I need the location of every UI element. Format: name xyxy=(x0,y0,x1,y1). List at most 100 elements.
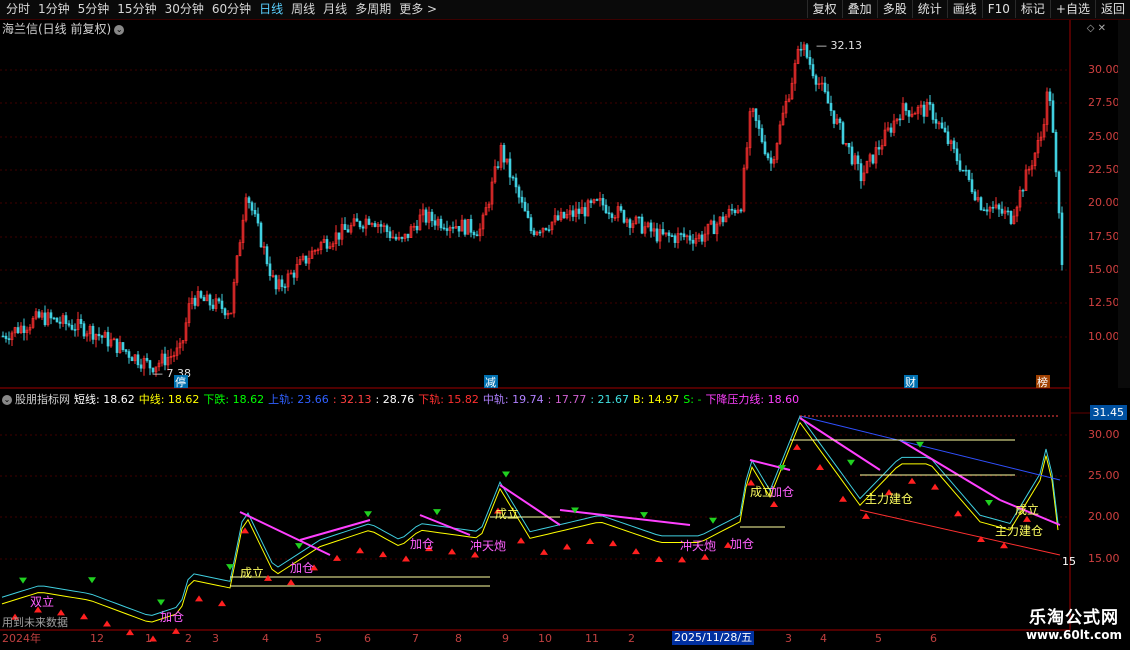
candle-body xyxy=(829,102,833,111)
candle-body xyxy=(451,227,455,229)
buy-arrow xyxy=(218,600,226,607)
candle-body xyxy=(1060,212,1064,265)
buy-arrow xyxy=(701,553,709,560)
candle-body xyxy=(811,64,815,77)
indicator-value-3: 上轨: 23.66 xyxy=(268,393,329,406)
candle-body xyxy=(982,209,986,212)
buy-arrow xyxy=(931,483,939,490)
x-tick-label: 5 xyxy=(315,632,322,645)
candle-body xyxy=(97,333,101,337)
candle-body xyxy=(55,317,59,323)
x-tick-label: 4 xyxy=(262,632,269,645)
x-tick-label: 5 xyxy=(875,632,882,645)
x-tick-label: 6 xyxy=(364,632,371,645)
event-marker-label: 财 xyxy=(905,375,916,389)
high-price-label: — 32.13 xyxy=(816,39,862,52)
buy-arrow xyxy=(563,543,571,550)
sell-arrow xyxy=(847,459,855,466)
candle-body xyxy=(814,75,818,85)
candle-body xyxy=(712,220,716,235)
candle-body xyxy=(1009,210,1013,224)
x-tick-label: 2 xyxy=(628,632,635,645)
sell-arrow xyxy=(364,511,372,518)
chevron-down-icon[interactable]: ⌄ xyxy=(2,395,12,405)
candle-body xyxy=(961,169,965,172)
candle-body xyxy=(649,222,653,232)
sell-arrow xyxy=(502,471,510,478)
buy-arrow xyxy=(770,500,778,507)
candle-body xyxy=(1051,100,1055,133)
candle-body xyxy=(37,311,41,318)
kline-chart[interactable]: — 32.13— 7.38停减财榜 双立加仓成立 加仓加仓 冲天炮成立冲天炮 加仓成立… xyxy=(0,0,1130,650)
sell-arrow xyxy=(19,577,27,584)
candle-body xyxy=(700,234,704,242)
candle-body xyxy=(508,158,512,178)
candle-body xyxy=(373,223,377,227)
candle-body xyxy=(754,108,758,121)
candle-body xyxy=(766,153,770,159)
y-tick-label: 22.50 xyxy=(1088,163,1120,176)
candle-body xyxy=(589,200,593,204)
candle-body xyxy=(43,312,47,326)
candle-body xyxy=(679,233,683,235)
indicator-value-2: 下跌: 18.62 xyxy=(203,393,265,406)
candle-body xyxy=(49,312,53,319)
candle-body xyxy=(805,44,809,58)
buy-arrow xyxy=(632,548,640,555)
candle-body xyxy=(463,219,467,235)
y-tick-label: 27.50 xyxy=(1088,96,1120,109)
short-line xyxy=(1,414,1059,616)
buy-arrow xyxy=(954,510,962,517)
candle-body xyxy=(1057,171,1061,214)
candle-body xyxy=(208,294,212,306)
signal-annotation: 加仓 xyxy=(410,537,434,551)
candle-body xyxy=(469,219,473,233)
candle-body xyxy=(1054,132,1058,173)
candle-body xyxy=(856,155,860,164)
pressure-line xyxy=(299,519,371,541)
candle-body xyxy=(253,210,257,215)
candle-body xyxy=(760,128,764,143)
candle-body xyxy=(199,291,203,298)
event-marker-label: 榜 xyxy=(1037,375,1048,389)
candle-body xyxy=(826,91,830,104)
candle-body xyxy=(556,215,560,221)
candle-body xyxy=(928,102,932,105)
candle-body xyxy=(871,154,875,164)
candle-body xyxy=(622,210,626,223)
indicator-y-tick: 30.00 xyxy=(1088,428,1120,441)
candle-body xyxy=(496,166,500,168)
candle-body xyxy=(529,217,533,231)
indicator-y-tick: 15.00 xyxy=(1088,552,1120,565)
indicator-value-7: 中轨: 19.74 xyxy=(482,393,544,406)
signal-annotation: 加仓 xyxy=(730,537,754,551)
signal-annotation: 冲天炮 xyxy=(680,538,716,553)
signal-annotation: 成立 xyxy=(1015,502,1039,517)
candle-body xyxy=(394,236,398,240)
candle-body xyxy=(457,225,461,232)
y-tick-label: 30.00 xyxy=(1088,63,1120,76)
buy-arrow xyxy=(816,464,824,471)
indicator-value-11: S: - xyxy=(683,393,702,406)
candle-body xyxy=(91,325,95,340)
candle-body xyxy=(517,186,521,198)
candle-body xyxy=(808,57,812,65)
candle-body xyxy=(442,227,446,230)
x-tick-label: 3 xyxy=(785,632,792,645)
candle-body xyxy=(70,324,74,330)
candle-body xyxy=(958,160,962,171)
candle-body xyxy=(544,227,548,230)
right-edge-panel[interactable] xyxy=(1118,20,1130,388)
candle-body xyxy=(304,255,308,264)
buy-arrow xyxy=(908,477,916,484)
candle-body xyxy=(757,120,761,129)
candle-body xyxy=(292,272,296,278)
candle-body xyxy=(619,206,623,211)
buy-arrow xyxy=(862,512,870,519)
signal-annotation: 成立 xyxy=(495,506,519,521)
candle-body xyxy=(526,210,530,218)
candle-body xyxy=(145,358,149,361)
candle-body xyxy=(607,212,611,215)
candle-body xyxy=(136,354,140,366)
candle-body xyxy=(640,216,644,234)
